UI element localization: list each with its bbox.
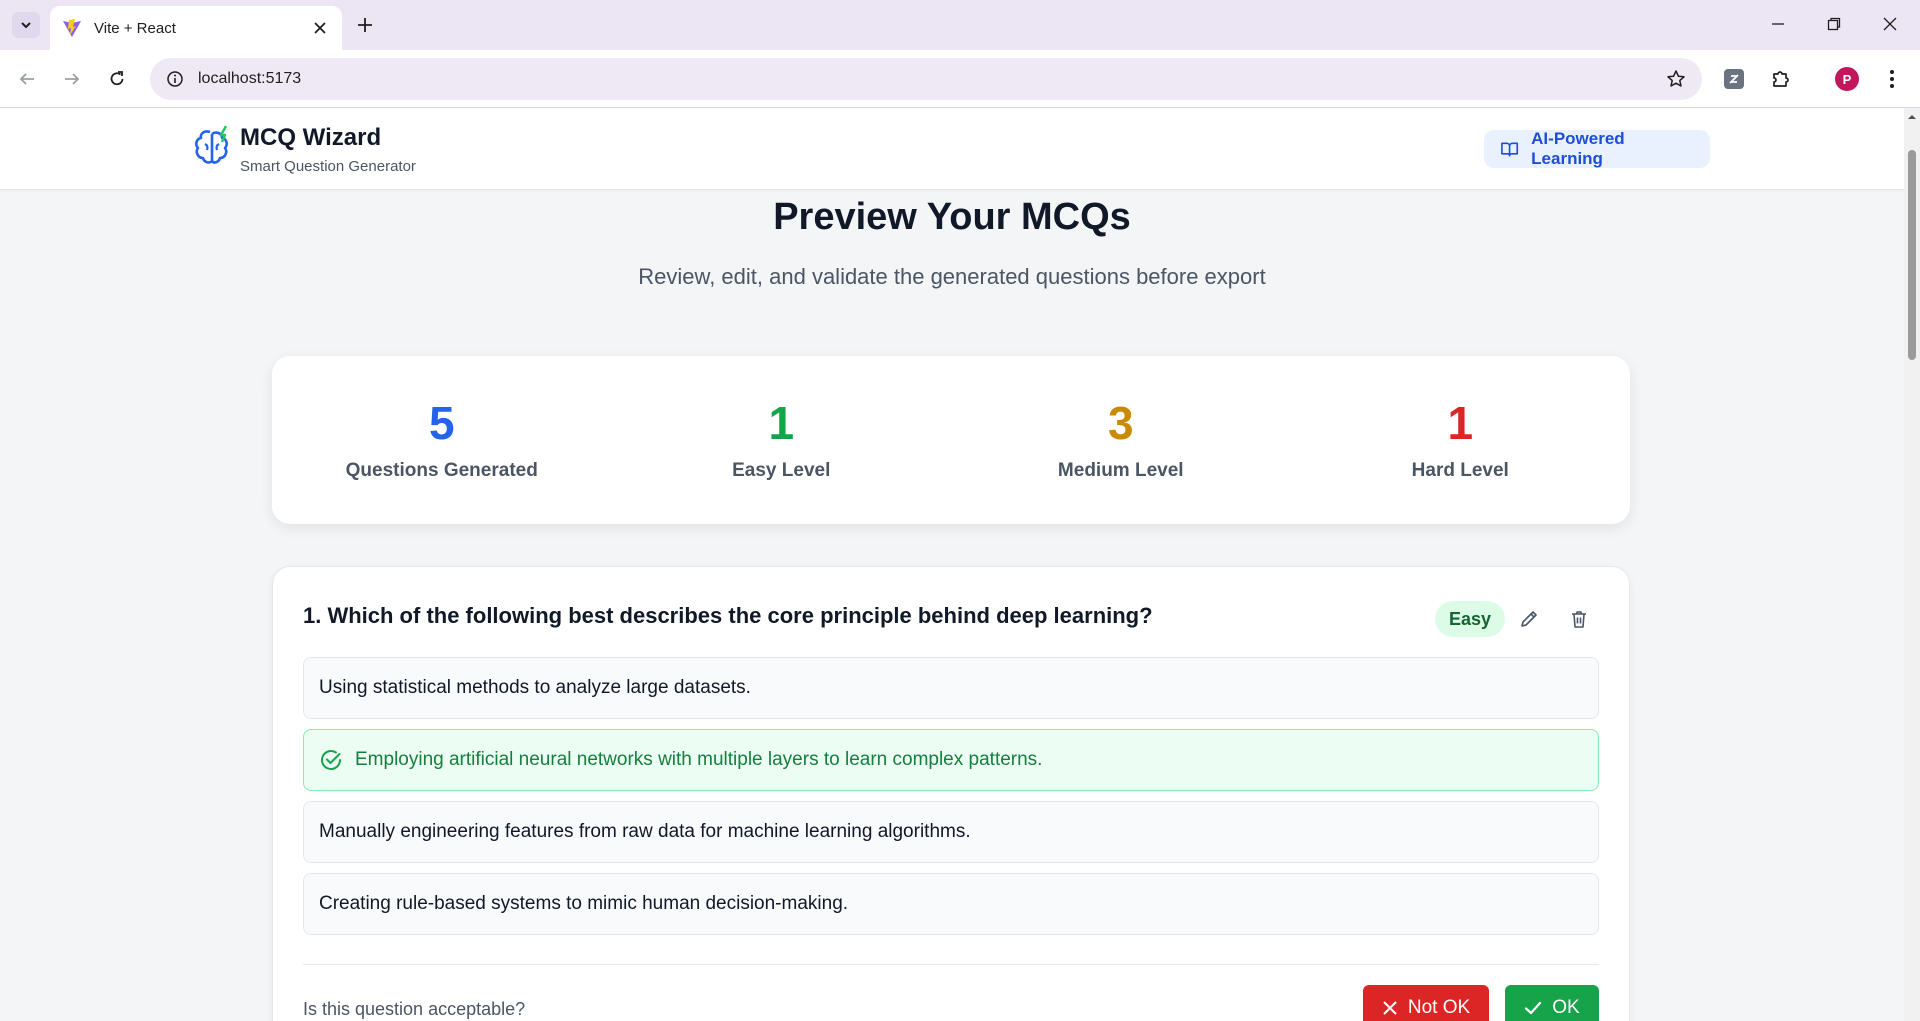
- stat-value: 1: [1447, 397, 1474, 449]
- check-icon: [1525, 1001, 1542, 1015]
- question-title: 1. Which of the following best describes…: [303, 603, 1153, 628]
- option-c[interactable]: Manually engineering features from raw d…: [303, 801, 1599, 863]
- trash-icon: [1572, 611, 1586, 628]
- browser-toolbar: localhost:5173 P: [0, 50, 1920, 108]
- browser-menu-button[interactable]: [1876, 63, 1908, 95]
- site-info-icon[interactable]: [166, 70, 184, 88]
- app-header: MCQ Wizard Smart Question Generator AI-P…: [0, 108, 1904, 190]
- browser-tab-bar: Vite + React: [0, 0, 1920, 50]
- close-window-button[interactable]: [1872, 8, 1908, 40]
- divider: [303, 964, 1599, 965]
- page-viewport: MCQ Wizard Smart Question Generator AI-P…: [0, 108, 1920, 1021]
- more-vertical-icon: [1890, 70, 1894, 88]
- brand-subtitle: Smart Question Generator: [240, 158, 416, 175]
- not-ok-label: Not OK: [1407, 997, 1471, 1018]
- option-text: Creating rule-based systems to mimic hum…: [319, 893, 849, 914]
- stat-label: Medium Level: [1057, 460, 1184, 481]
- address-bar[interactable]: localhost:5173: [150, 58, 1702, 100]
- check-circle-icon: [321, 750, 341, 770]
- chevron-down-icon: [21, 22, 31, 29]
- stat-value: 5: [428, 397, 455, 449]
- browser-tab[interactable]: Vite + React: [50, 6, 342, 50]
- pencil-icon: [1521, 611, 1537, 627]
- stat-questions-generated: 5 Questions Generated: [272, 356, 612, 524]
- scrollbar-thumb[interactable]: [1908, 150, 1916, 360]
- option-a[interactable]: Using statistical methods to analyze lar…: [303, 657, 1599, 719]
- question-card: 1. Which of the following best describes…: [272, 566, 1630, 1021]
- option-text: Manually engineering features from raw d…: [319, 821, 971, 842]
- option-text: Using statistical methods to analyze lar…: [319, 677, 751, 698]
- brain-logo-icon: [195, 125, 228, 164]
- extensions-menu-button[interactable]: [1765, 63, 1797, 95]
- stat-medium-level: 3 Medium Level: [951, 356, 1291, 524]
- page-scrollbar[interactable]: [1904, 108, 1920, 1021]
- forward-button[interactable]: [56, 63, 88, 95]
- vite-logo-icon: [63, 19, 81, 37]
- stat-label: Questions Generated: [345, 460, 538, 481]
- accept-prompt: Is this question acceptable?: [303, 999, 526, 1019]
- ok-button[interactable]: OK: [1505, 985, 1599, 1021]
- bookmark-star-icon[interactable]: [1666, 69, 1686, 89]
- stat-value: 3: [1107, 397, 1134, 449]
- not-ok-button[interactable]: Not OK: [1363, 985, 1489, 1021]
- scroll-up-arrow-icon[interactable]: [1907, 112, 1917, 122]
- option-b-correct[interactable]: Employing artificial neural networks wit…: [303, 729, 1599, 791]
- stat-easy-level: 1 Easy Level: [612, 356, 952, 524]
- plus-icon: [358, 18, 372, 32]
- arrow-right-icon: [65, 73, 80, 85]
- reload-icon: [110, 71, 124, 86]
- edit-question-button[interactable]: [1513, 603, 1545, 635]
- restore-window-button[interactable]: [1816, 8, 1852, 40]
- difficulty-badge: Easy: [1435, 601, 1506, 637]
- url-text[interactable]: localhost:5173: [198, 70, 1666, 88]
- ok-label: OK: [1552, 997, 1580, 1018]
- tab-search-button[interactable]: [12, 12, 40, 38]
- option-d[interactable]: Creating rule-based systems to mimic hum…: [303, 873, 1599, 935]
- extension-app-icon: [1724, 69, 1744, 89]
- stats-card: 5 Questions Generated 1 Easy Level 3 Med…: [272, 356, 1630, 524]
- restore-icon: [1827, 17, 1841, 31]
- ai-powered-badge: AI-Powered Learning: [1484, 129, 1710, 168]
- tab-title: Vite + React: [94, 19, 176, 37]
- page-subtitle: Review, edit, and validate the generated…: [638, 264, 1266, 289]
- option-text: Employing artificial neural networks wit…: [355, 749, 1043, 770]
- avatar: P: [1835, 67, 1859, 91]
- extension-button[interactable]: [1718, 63, 1750, 95]
- reload-button[interactable]: [101, 63, 133, 95]
- profile-button[interactable]: P: [1831, 63, 1863, 95]
- delete-question-button[interactable]: [1563, 603, 1595, 635]
- back-button[interactable]: [11, 63, 43, 95]
- brand-name: MCQ Wizard: [240, 124, 382, 151]
- page-title: Preview Your MCQs: [773, 196, 1131, 238]
- minimize-icon: [1772, 23, 1784, 25]
- arrow-left-icon: [19, 73, 34, 85]
- book-open-icon: [1501, 142, 1519, 157]
- puzzle-icon: [1773, 71, 1789, 87]
- stat-hard-level: 1 Hard Level: [1291, 356, 1631, 524]
- close-tab-icon[interactable]: [310, 18, 330, 38]
- stat-label: Easy Level: [732, 460, 831, 481]
- stat-label: Hard Level: [1411, 460, 1509, 481]
- close-icon: [1883, 17, 1897, 31]
- stat-value: 1: [768, 397, 795, 449]
- x-icon: [1383, 1001, 1397, 1015]
- new-tab-button[interactable]: [352, 12, 378, 38]
- ai-badge-label: AI-Powered Learning: [1531, 129, 1625, 168]
- minimize-window-button[interactable]: [1760, 8, 1796, 40]
